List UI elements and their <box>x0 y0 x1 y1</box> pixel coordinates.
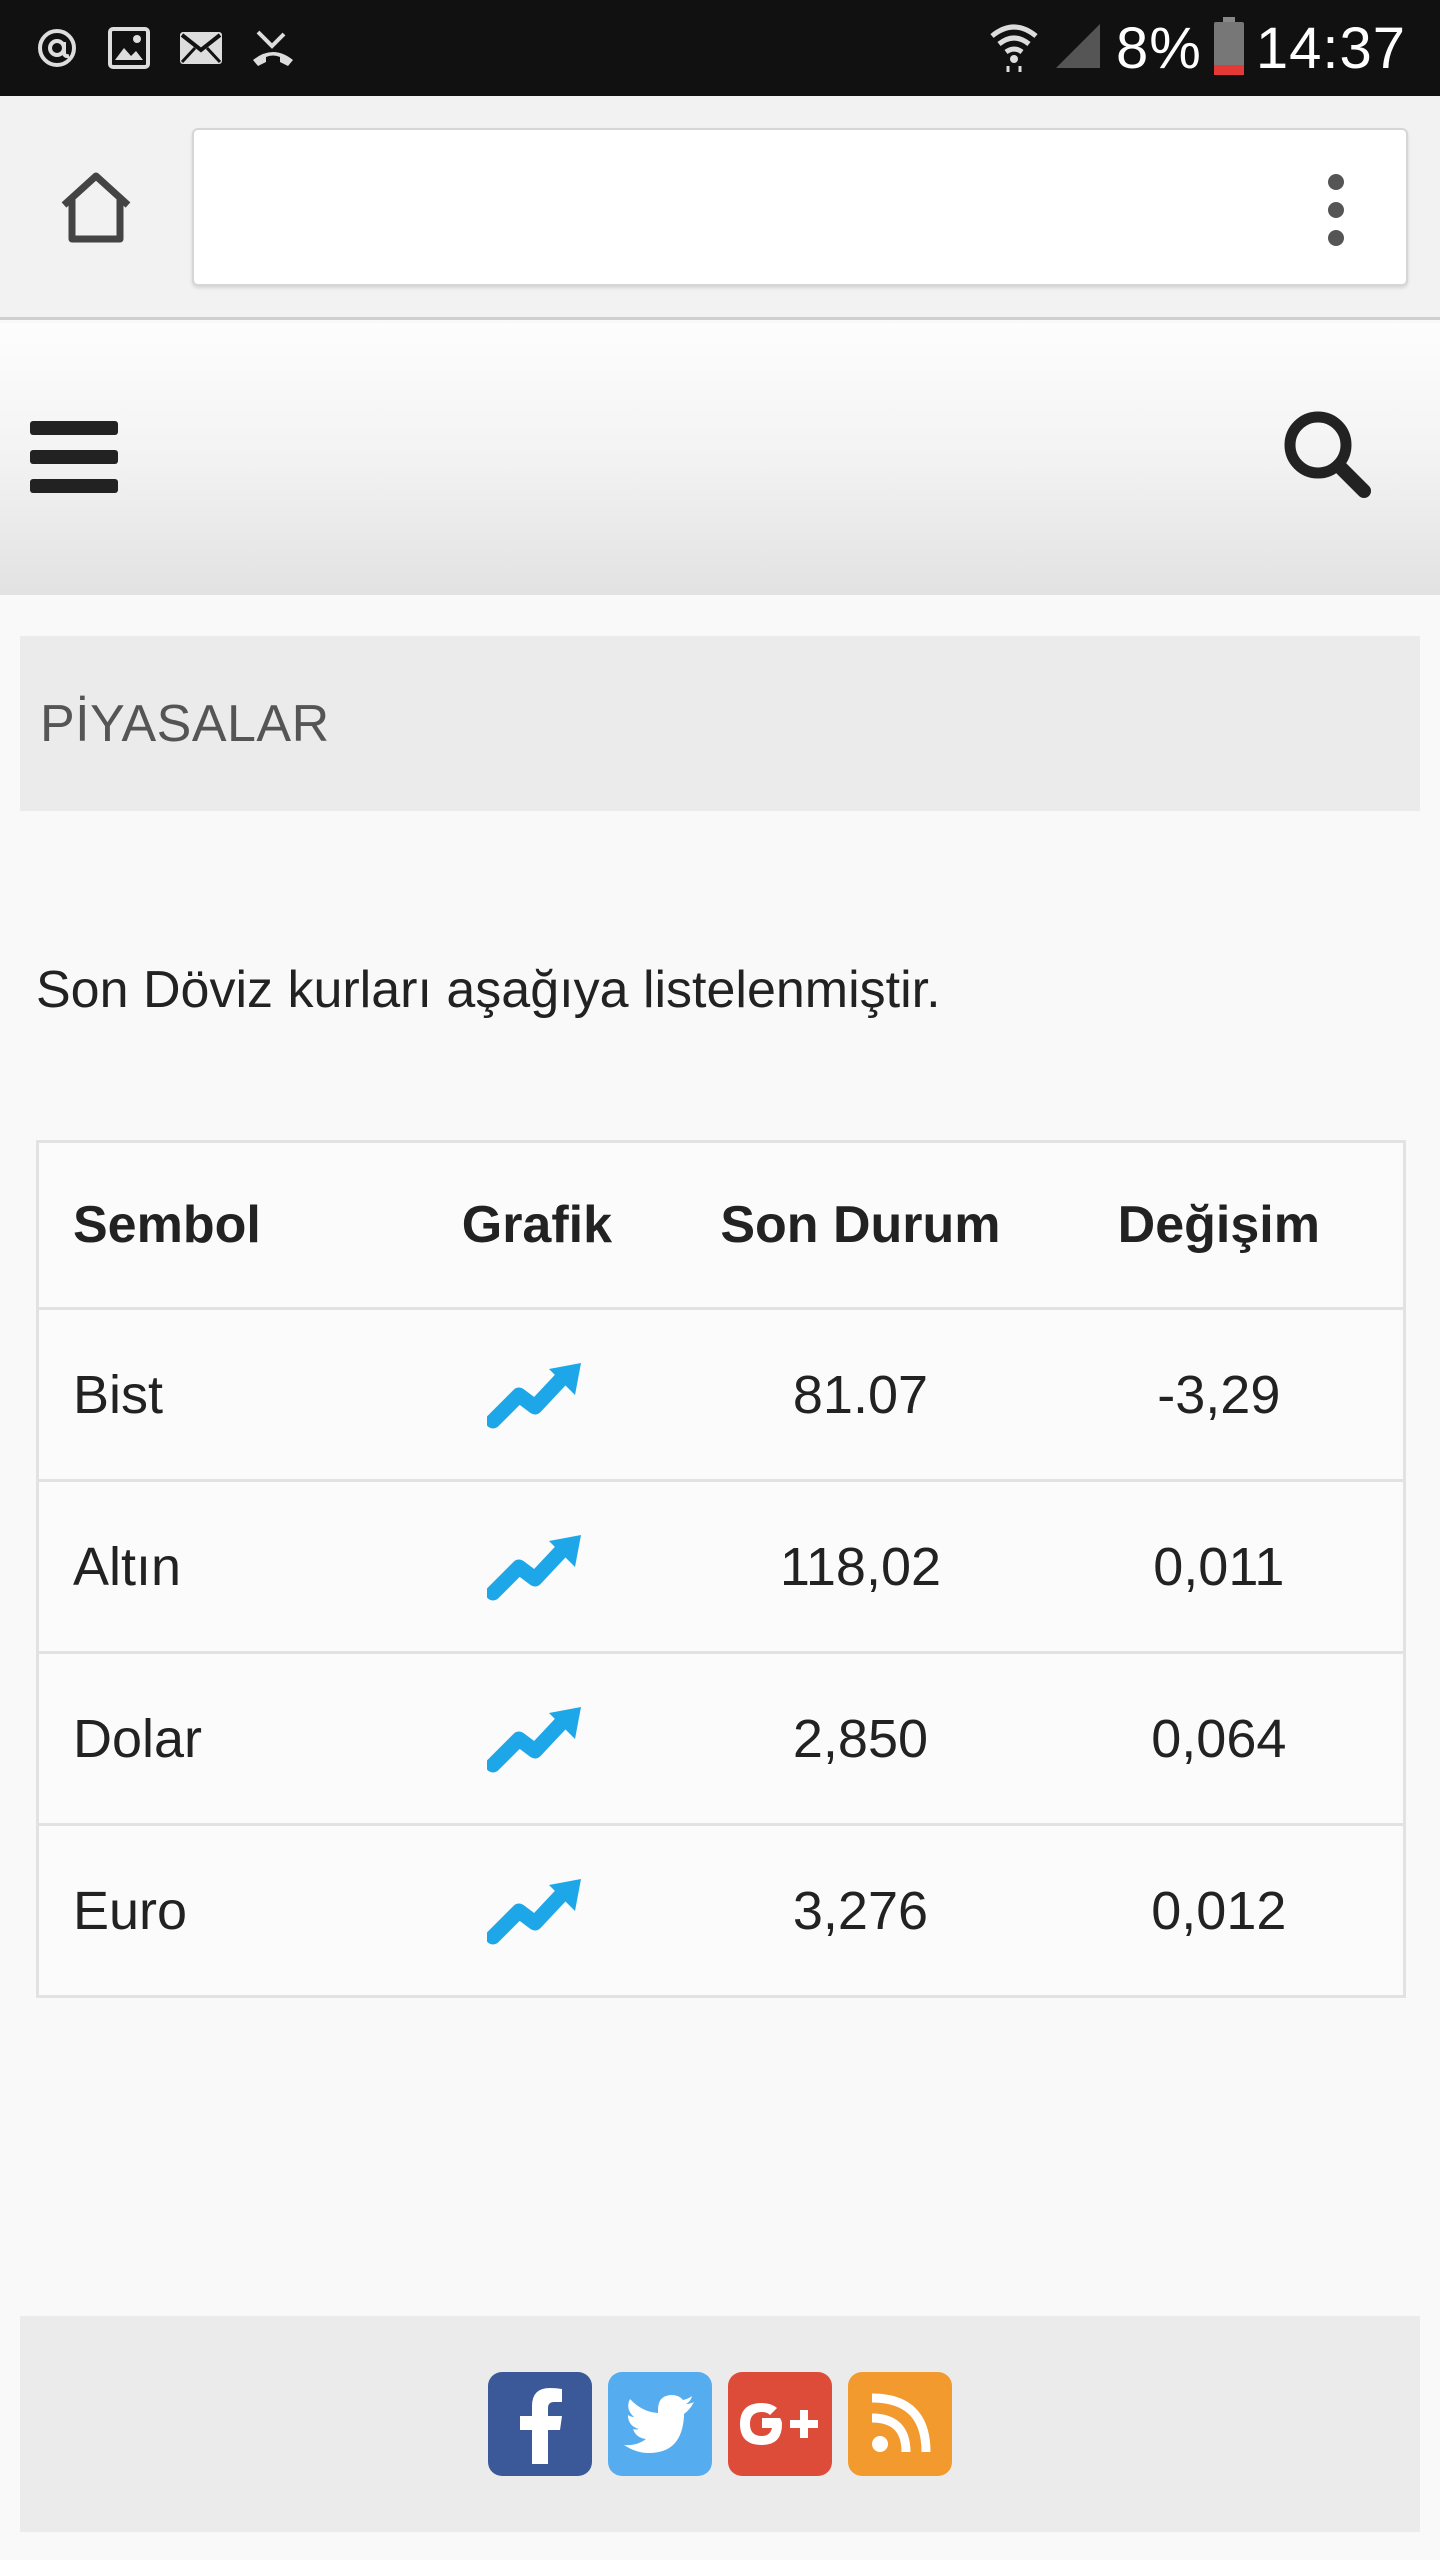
column-header-change: Değişim <box>1117 1196 1320 1254</box>
rates-table: Sembol Grafik Son Durum Değişim Bist 81.… <box>36 1140 1406 1998</box>
table-header-row: Sembol Grafik Son Durum Değişim <box>39 1143 1403 1307</box>
section-header: PİYASALAR <box>20 636 1420 811</box>
graph-link[interactable] <box>388 1875 687 1947</box>
table-row: Bist 81.07 -3,29 <box>39 1307 1403 1479</box>
column-header-symbol: Sembol <box>73 1196 261 1254</box>
image-icon <box>106 25 152 71</box>
search-button[interactable] <box>1276 403 1376 503</box>
home-icon <box>61 172 131 243</box>
twitter-icon <box>624 2395 694 2453</box>
home-button[interactable] <box>50 162 142 254</box>
change-cell: 0,012 <box>1151 1880 1287 1941</box>
facebook-link[interactable] <box>488 2372 592 2476</box>
change-cell: 0,011 <box>1153 1536 1285 1597</box>
google-plus-icon <box>740 2403 818 2445</box>
column-header-last: Son Durum <box>720 1196 1001 1254</box>
more-vert-icon[interactable] <box>1316 174 1356 246</box>
status-bar: 8% 14:37 <box>0 0 1440 96</box>
graph-link[interactable] <box>388 1359 687 1431</box>
clock: 14:37 <box>1255 15 1406 81</box>
last-value-cell: 3,276 <box>792 1880 929 1941</box>
wifi-icon <box>988 18 1040 79</box>
graph-link[interactable] <box>388 1703 687 1775</box>
column-header-graph: Grafik <box>461 1196 613 1254</box>
rss-icon <box>871 2393 931 2453</box>
google-plus-link[interactable] <box>728 2372 832 2476</box>
trend-up-icon <box>486 1706 581 1772</box>
last-value-cell: 81.07 <box>792 1364 929 1425</box>
search-icon <box>1284 411 1371 498</box>
table-row: Dolar 2,850 0,064 <box>39 1651 1403 1823</box>
at-icon <box>34 25 80 71</box>
mail-icon <box>178 25 224 71</box>
graph-link[interactable] <box>388 1531 687 1603</box>
symbol-cell: Euro <box>73 1880 188 1941</box>
site-header <box>0 323 1440 595</box>
address-bar[interactable] <box>192 128 1408 286</box>
intro-text: Son Döviz kurları aşağıya listelenmiştir… <box>36 961 941 1019</box>
table-row: Altın 118,02 0,011 <box>39 1479 1403 1651</box>
missed-call-icon <box>250 25 296 71</box>
page-title: PİYASALAR <box>40 695 330 753</box>
footer <box>20 2316 1420 2532</box>
battery-icon <box>1213 16 1244 80</box>
rss-link[interactable] <box>848 2372 952 2476</box>
status-notification-icons <box>34 25 296 71</box>
last-value-cell: 118,02 <box>779 1536 942 1597</box>
trend-up-icon <box>486 1362 581 1428</box>
signal-icon <box>1052 20 1104 77</box>
table-row: Euro 3,276 0,012 <box>39 1823 1403 1995</box>
trend-up-icon <box>486 1878 581 1944</box>
change-cell: 0,064 <box>1151 1708 1287 1769</box>
trend-up-icon <box>486 1534 581 1600</box>
symbol-cell: Altın <box>73 1536 182 1597</box>
last-value-cell: 2,850 <box>792 1708 929 1769</box>
symbol-cell: Bist <box>73 1364 164 1425</box>
symbol-cell: Dolar <box>73 1708 203 1769</box>
battery-percent: 8% <box>1116 15 1202 81</box>
browser-toolbar <box>0 96 1440 320</box>
change-cell: -3,29 <box>1157 1364 1281 1425</box>
hamburger-menu-icon[interactable] <box>30 413 118 501</box>
facebook-icon <box>520 2388 562 2464</box>
twitter-link[interactable] <box>608 2372 712 2476</box>
